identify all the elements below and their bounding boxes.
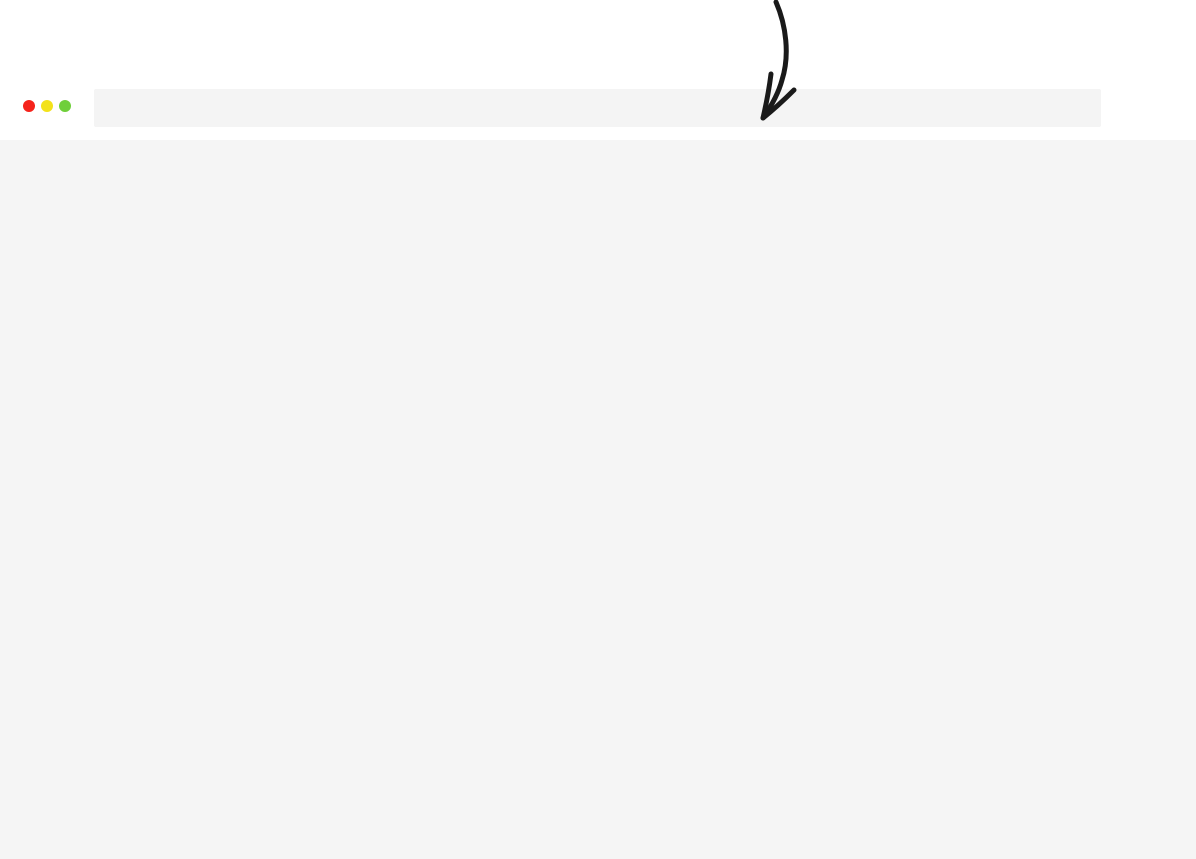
maximize-window-button[interactable] (59, 100, 71, 112)
browser-chrome (0, 0, 1196, 140)
page-content-area (0, 140, 1196, 859)
minimize-window-button[interactable] (41, 100, 53, 112)
window-controls (23, 100, 71, 112)
browser-window (0, 0, 1196, 859)
address-bar-input[interactable] (94, 89, 1101, 127)
close-window-button[interactable] (23, 100, 35, 112)
